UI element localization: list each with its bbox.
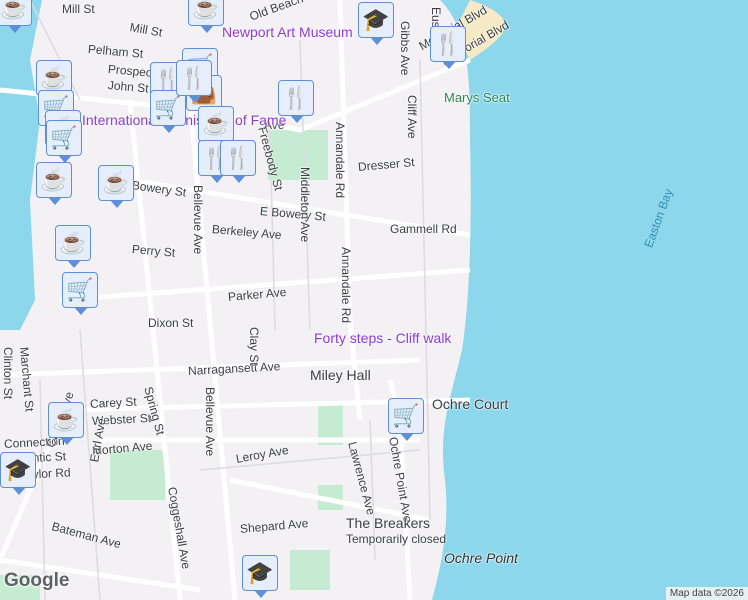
cafe-icon: ☕ <box>52 407 80 432</box>
place-label-marys-seat: Marys Seat <box>444 90 510 105</box>
restaurant-marker[interactable]: 🍴 <box>278 80 314 123</box>
cafe-marker[interactable]: ☕ <box>36 162 72 205</box>
restaurant-icon: 🍴 <box>434 31 462 56</box>
school-icon: 🎓 <box>246 560 274 585</box>
street-label: Bellevue Ave <box>191 185 205 255</box>
poi-label-art-museum[interactable]: Newport Art Museum <box>222 24 353 40</box>
cart-icon: 🛒 <box>66 277 94 302</box>
street-label: Dixon St <box>148 316 194 330</box>
cart-marker[interactable]: 🛒 <box>46 120 82 163</box>
place-label-ochre-point: Ochre Point <box>444 550 518 566</box>
school-icon: 🎓 <box>362 7 390 32</box>
school-icon: 🎓 <box>4 457 32 482</box>
cafe-icon: ☕ <box>59 230 87 255</box>
cafe-marker[interactable]: ☕ <box>98 165 134 208</box>
street-label: Annandale Rd <box>339 247 353 324</box>
street-label: Clay St <box>247 327 261 366</box>
street-label: Gammell Rd <box>390 222 457 236</box>
street-label: Middleton Ave <box>298 167 312 243</box>
restaurant-marker[interactable]: 🍴 <box>176 60 212 103</box>
cafe-marker[interactable]: ☕ <box>0 0 32 33</box>
street-label: Clinton St <box>1 347 15 400</box>
cafe-marker[interactable]: ☕ <box>48 402 84 445</box>
cafe-icon: ☕ <box>102 170 130 195</box>
cart-marker[interactable]: 🛒 <box>62 272 98 315</box>
restaurant-marker[interactable]: 🍴 <box>430 26 466 69</box>
cart-icon: 🛒 <box>392 403 420 428</box>
poi-label-breakers-status[interactable]: Temporarily closed <box>346 532 446 546</box>
school-marker[interactable]: 🎓 <box>0 452 36 495</box>
cart-icon: 🛒 <box>50 125 78 150</box>
restaurant-icon: 🍴 <box>180 65 208 90</box>
cafe-icon: ☕ <box>40 65 68 90</box>
school-marker[interactable]: 🎓 <box>358 2 394 45</box>
google-logo: Google <box>4 570 70 591</box>
street-label: Gibbs Ave <box>398 21 412 76</box>
poi-label-miley-hall[interactable]: Miley Hall <box>310 367 371 383</box>
street-label: Carey St <box>89 394 137 411</box>
cart-icon: 🛒 <box>154 95 182 120</box>
school-marker[interactable]: 🎓 <box>242 555 278 598</box>
street-label: Bellevue Ave <box>203 387 217 457</box>
cafe-icon: ☕ <box>192 0 220 20</box>
street-label: Annandale Rd <box>333 122 347 199</box>
poi-label-ochre-court[interactable]: Ochre Court <box>432 396 508 412</box>
restaurant-icon: 🍴 <box>282 85 310 110</box>
poi-label-forty-steps[interactable]: Forty steps - Cliff walk <box>314 330 451 346</box>
cafe-marker[interactable]: ☕ <box>198 106 234 149</box>
cart-marker[interactable]: 🛒 <box>388 398 424 441</box>
street-label: Cliff Ave <box>405 95 419 139</box>
poi-label-breakers[interactable]: The Breakers <box>346 515 430 531</box>
cafe-marker[interactable]: ☕ <box>188 0 224 33</box>
map-attribution[interactable]: Map data ©2026 <box>665 587 748 600</box>
street-label: Mill St <box>62 2 95 16</box>
cafe-icon: ☕ <box>40 167 68 192</box>
cafe-marker[interactable]: ☕ <box>55 225 91 268</box>
cafe-icon: ☕ <box>0 0 28 20</box>
restaurant-icon: 🍴 <box>224 145 252 170</box>
restaurant-marker[interactable]: 🍴 <box>220 140 256 183</box>
cafe-icon: ☕ <box>202 111 230 136</box>
